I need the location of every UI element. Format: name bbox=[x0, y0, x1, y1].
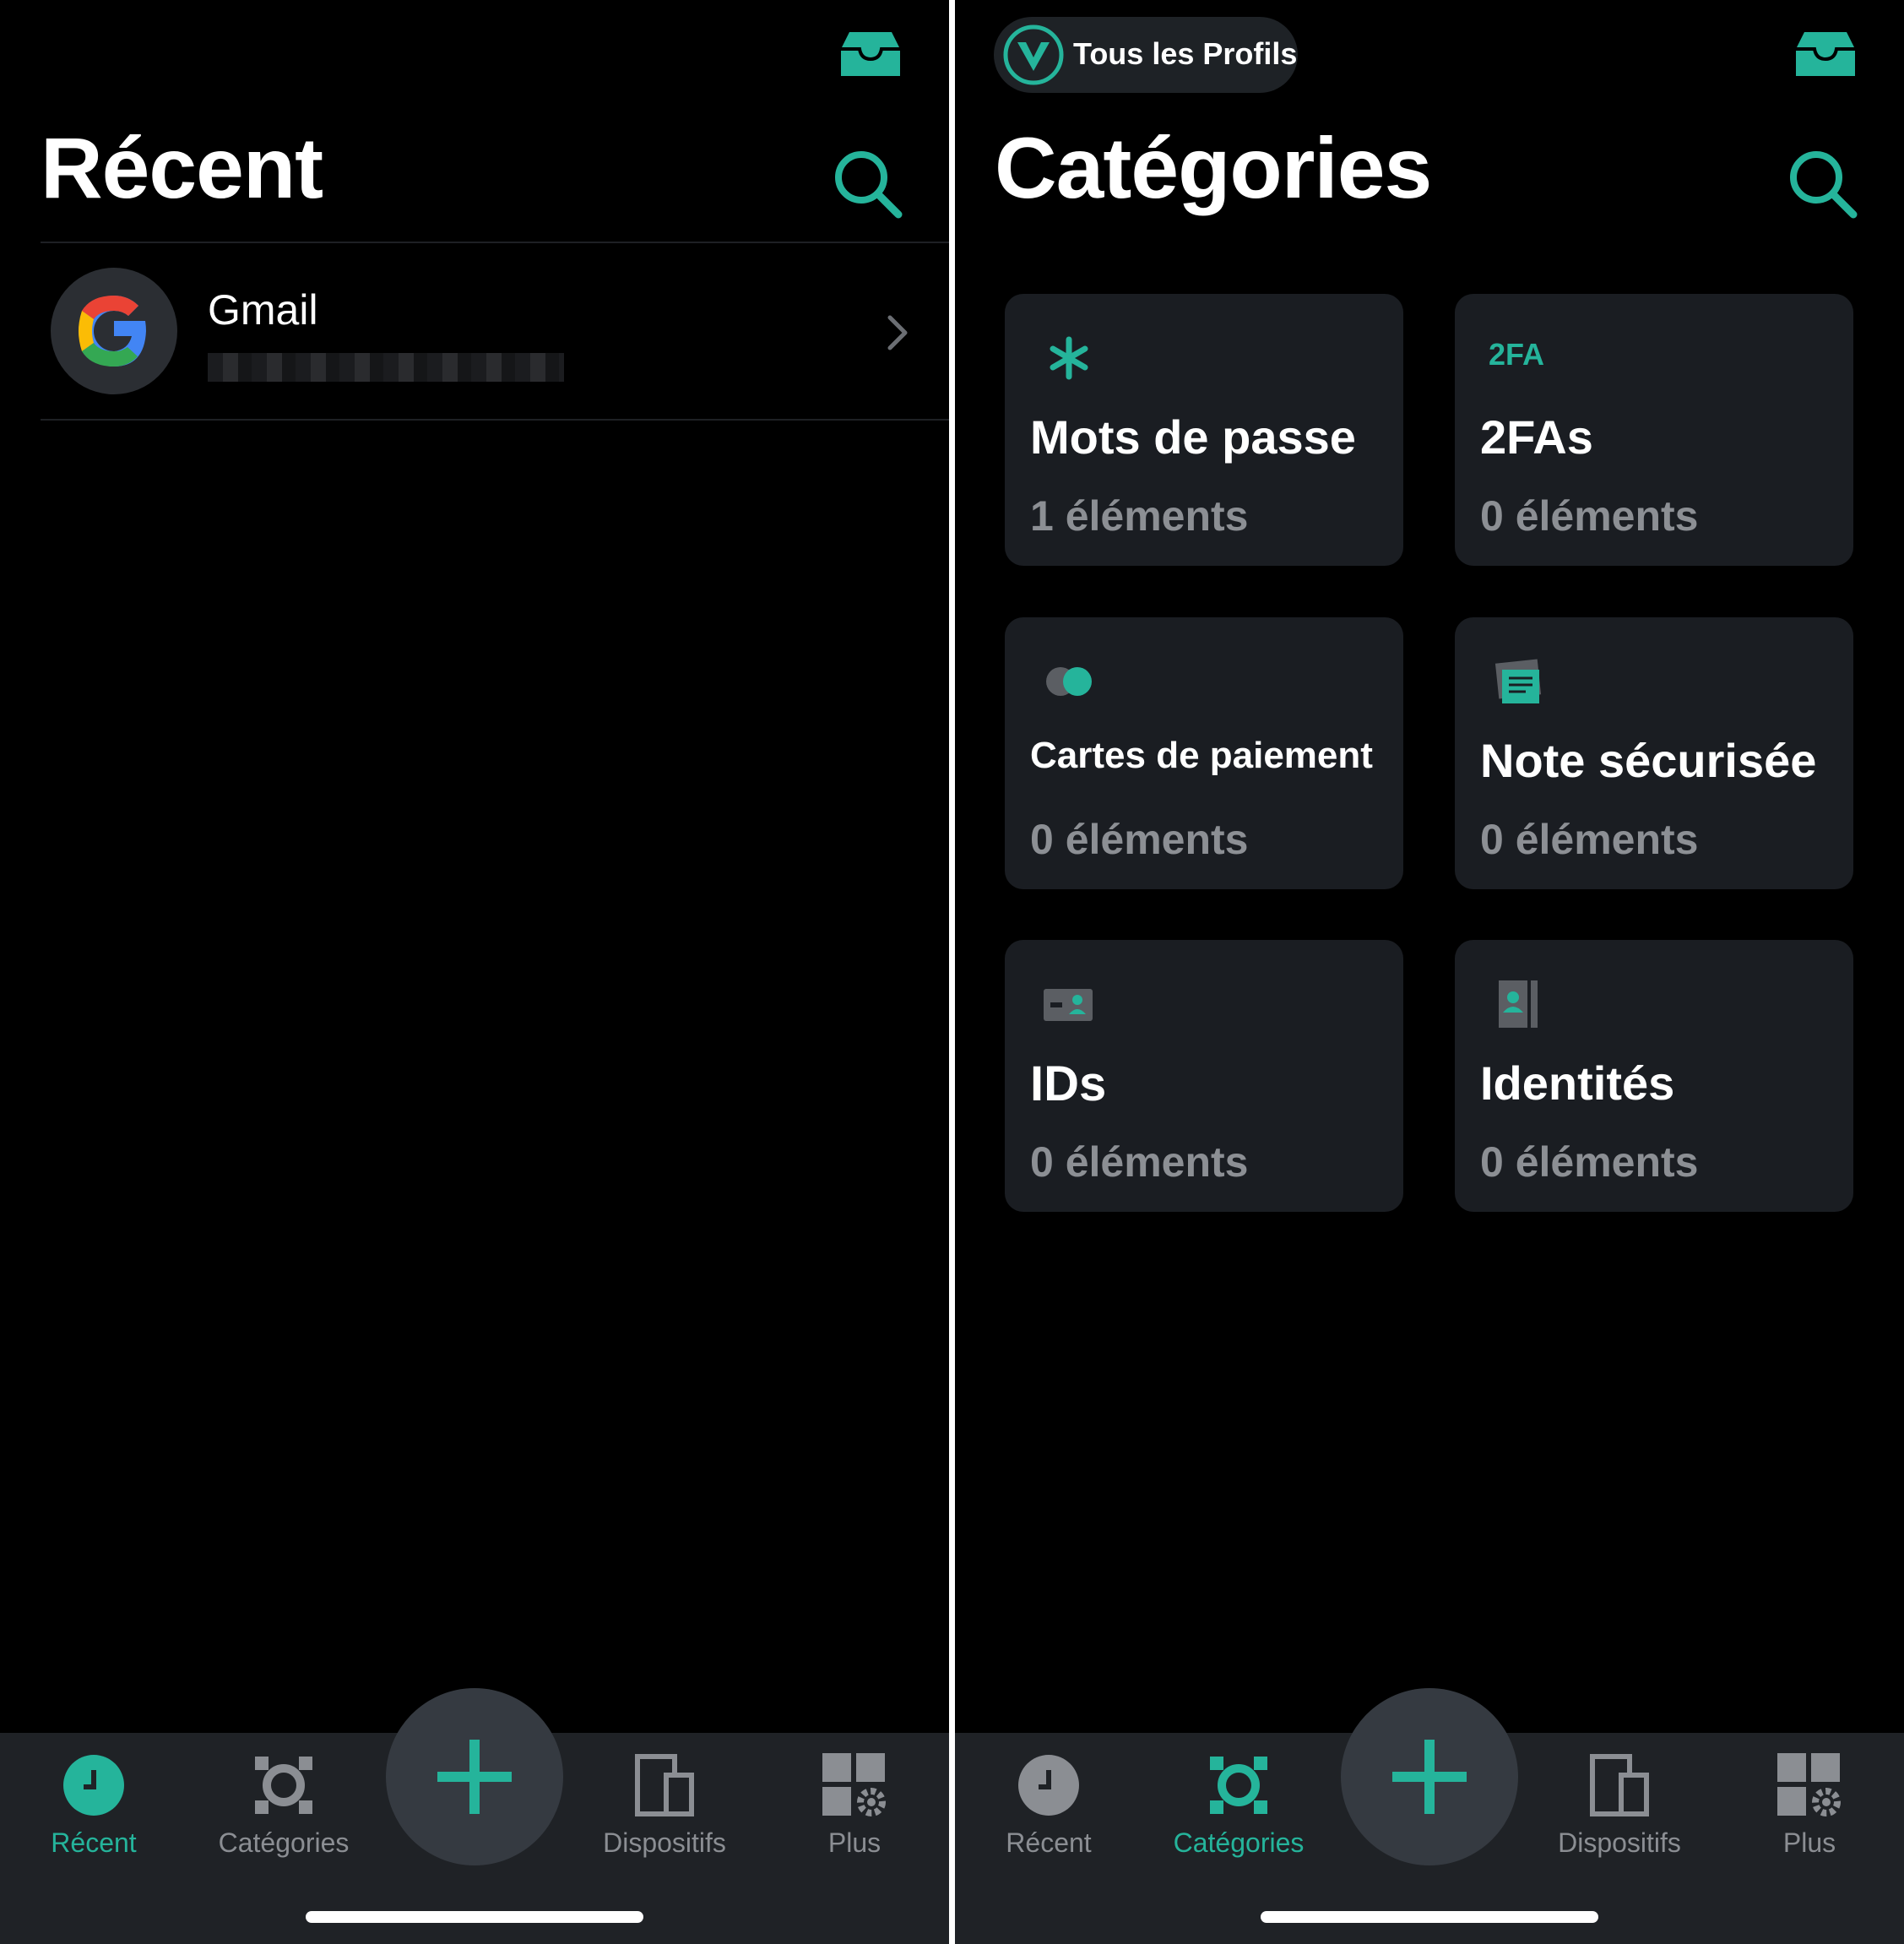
profile-logo-icon bbox=[1003, 24, 1064, 85]
payment-cards-icon bbox=[1046, 667, 1092, 696]
categories-icon bbox=[1210, 1757, 1267, 1814]
category-card-secure-note[interactable]: Note sécurisée 0 éléments bbox=[1455, 617, 1853, 889]
tab-recent[interactable]: Récent bbox=[26, 1753, 161, 1856]
item-title: Gmail bbox=[208, 286, 318, 334]
list-item-gmail[interactable]: Gmail bbox=[41, 245, 949, 419]
recent-screen: Récent Gmail Récent Catégories Dispositi… bbox=[0, 0, 949, 1944]
tab-more[interactable]: Plus bbox=[1742, 1753, 1877, 1856]
devices-icon bbox=[635, 1754, 694, 1816]
clock-icon bbox=[1018, 1755, 1079, 1816]
add-button[interactable] bbox=[1341, 1688, 1518, 1865]
home-indicator bbox=[306, 1911, 643, 1923]
search-icon[interactable] bbox=[833, 149, 903, 220]
page-title: Catégories bbox=[995, 120, 1432, 216]
google-g-icon bbox=[79, 296, 146, 367]
plus-icon bbox=[1392, 1740, 1467, 1814]
more-grid-gear-icon bbox=[1777, 1753, 1841, 1816]
search-icon[interactable] bbox=[1787, 149, 1858, 220]
clock-icon bbox=[63, 1755, 124, 1816]
tab-categories[interactable]: Catégories bbox=[216, 1753, 351, 1856]
category-card-ids[interactable]: IDs 0 éléments bbox=[1005, 940, 1403, 1212]
categories-screen: Tous les Profils Catégories Mots de pass… bbox=[955, 0, 1904, 1944]
more-grid-gear-icon bbox=[822, 1753, 886, 1816]
list-divider bbox=[41, 419, 949, 421]
list-divider bbox=[41, 242, 949, 243]
tab-categories[interactable]: Catégories bbox=[1171, 1753, 1306, 1856]
identity-icon bbox=[1499, 980, 1538, 1028]
tab-recent[interactable]: Récent bbox=[981, 1753, 1116, 1856]
google-logo-avatar bbox=[51, 268, 177, 394]
devices-icon bbox=[1590, 1754, 1649, 1816]
category-card-passwords[interactable]: Mots de passe 1 éléments bbox=[1005, 294, 1403, 566]
redacted-username bbox=[208, 353, 564, 382]
category-card-payment-cards[interactable]: Cartes de paiement 0 éléments bbox=[1005, 617, 1403, 889]
categories-icon bbox=[255, 1757, 312, 1814]
category-card-2fa[interactable]: 2FA 2FAs 0 éléments bbox=[1455, 294, 1853, 566]
category-card-identities[interactable]: Identités 0 éléments bbox=[1455, 940, 1853, 1212]
inbox-icon[interactable] bbox=[841, 30, 900, 76]
secure-note-icon bbox=[1494, 659, 1542, 703]
tab-more[interactable]: Plus bbox=[787, 1753, 922, 1856]
plus-icon bbox=[437, 1740, 512, 1814]
profile-selector[interactable]: Tous les Profils bbox=[994, 17, 1298, 93]
2fa-tag: 2FA bbox=[1489, 337, 1545, 372]
panel-divider bbox=[949, 0, 955, 1944]
asterisk-icon bbox=[1050, 336, 1088, 380]
chevron-right-icon bbox=[887, 315, 908, 350]
tab-devices[interactable]: Dispositifs bbox=[597, 1753, 732, 1856]
home-indicator bbox=[1261, 1911, 1598, 1923]
tab-devices[interactable]: Dispositifs bbox=[1552, 1753, 1687, 1856]
id-card-icon bbox=[1044, 989, 1093, 1021]
inbox-icon[interactable] bbox=[1796, 30, 1855, 76]
add-button[interactable] bbox=[386, 1688, 563, 1865]
page-title: Récent bbox=[41, 120, 323, 216]
